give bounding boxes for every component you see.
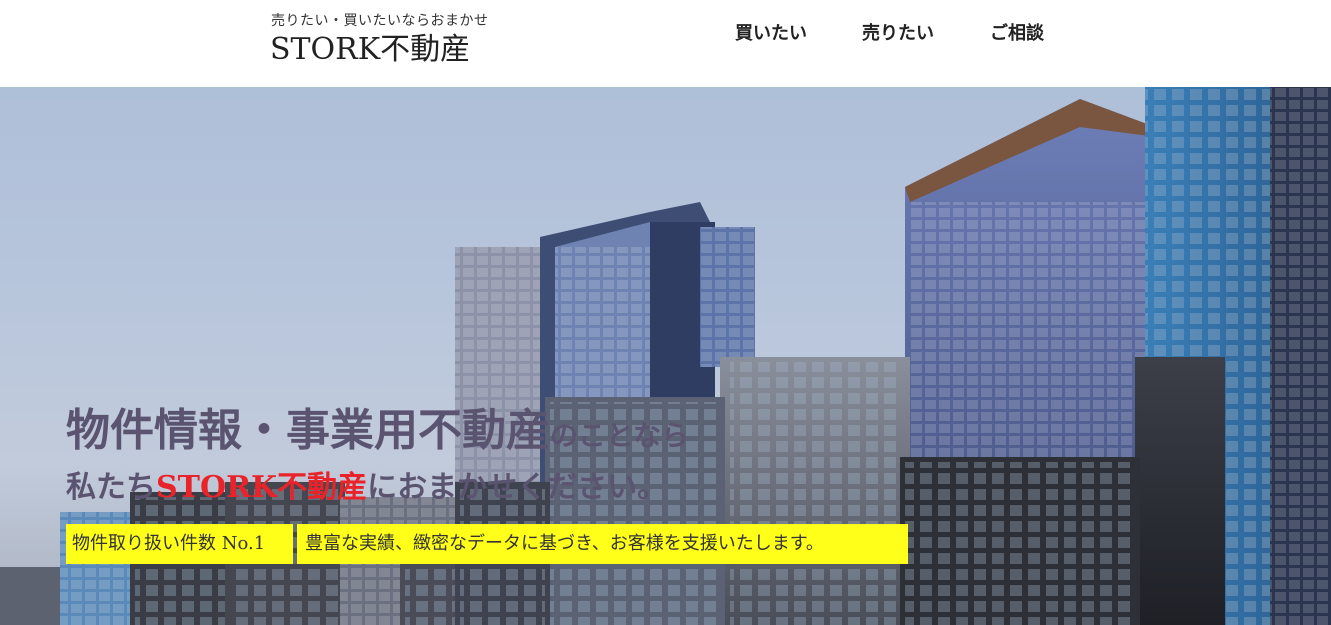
nav-item-sell[interactable]: 売りたい [862, 22, 934, 46]
hero-badge-support: 豊富な実績、緻密なデータに基づき、お客様を支援いたします。 [297, 524, 908, 564]
hero-headline-main: 物件情報・事業用不動産 [66, 405, 550, 456]
site-logo[interactable]: STORK不動産 [270, 32, 470, 68]
nav-item-consult[interactable]: ご相談 [990, 22, 1044, 46]
hero-subline-suffix: におまかせください。 [367, 470, 668, 505]
nav-item-buy[interactable]: 買いたい [735, 22, 807, 46]
hero-subline-brand: STORK不動産 [156, 470, 368, 505]
site-tagline: 売りたい・買いたいならおまかせ [271, 13, 489, 29]
hero-section: 物件情報・事業用不動産のことなら 私たちSTORK不動産におまかせください。 物… [0, 87, 1331, 625]
hero-badge-no1: 物件取り扱い件数 No.1 [66, 524, 293, 564]
hero-subline: 私たちSTORK不動産におまかせください。 [66, 467, 667, 509]
site-header: 売りたい・買いたいならおまかせ STORK不動産 買いたい 売りたい ご相談 [0, 0, 1331, 87]
hero-headline: 物件情報・事業用不動産のことなら [66, 405, 689, 462]
hero-headline-suffix: のことなら [550, 419, 690, 452]
hero-subline-prefix: 私たち [66, 470, 156, 505]
